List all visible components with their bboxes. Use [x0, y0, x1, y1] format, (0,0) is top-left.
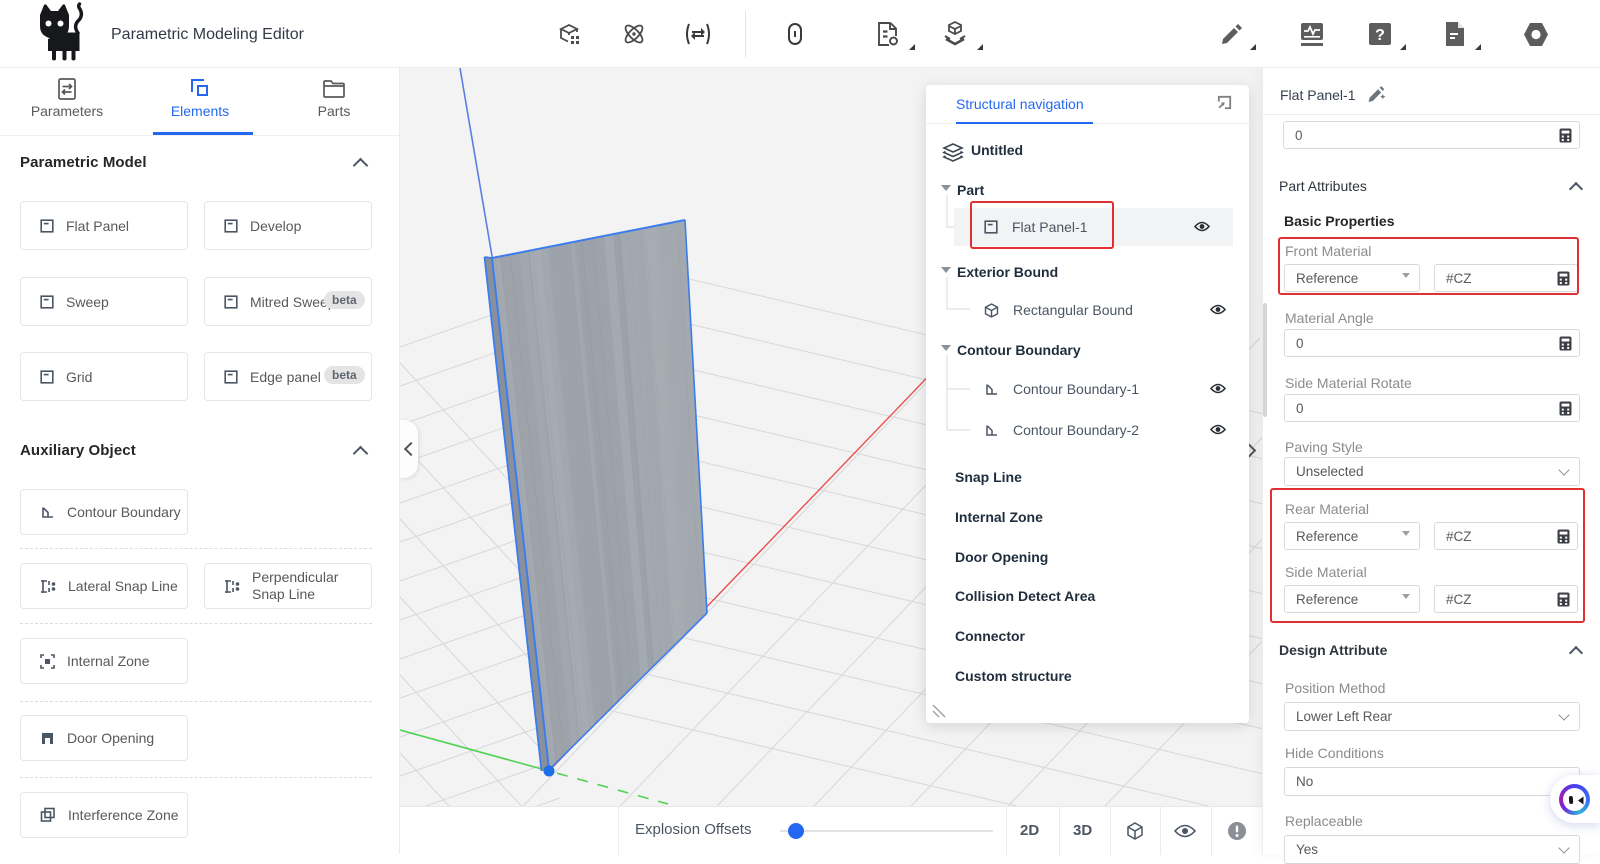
svg-text:?: ? — [1375, 27, 1385, 44]
